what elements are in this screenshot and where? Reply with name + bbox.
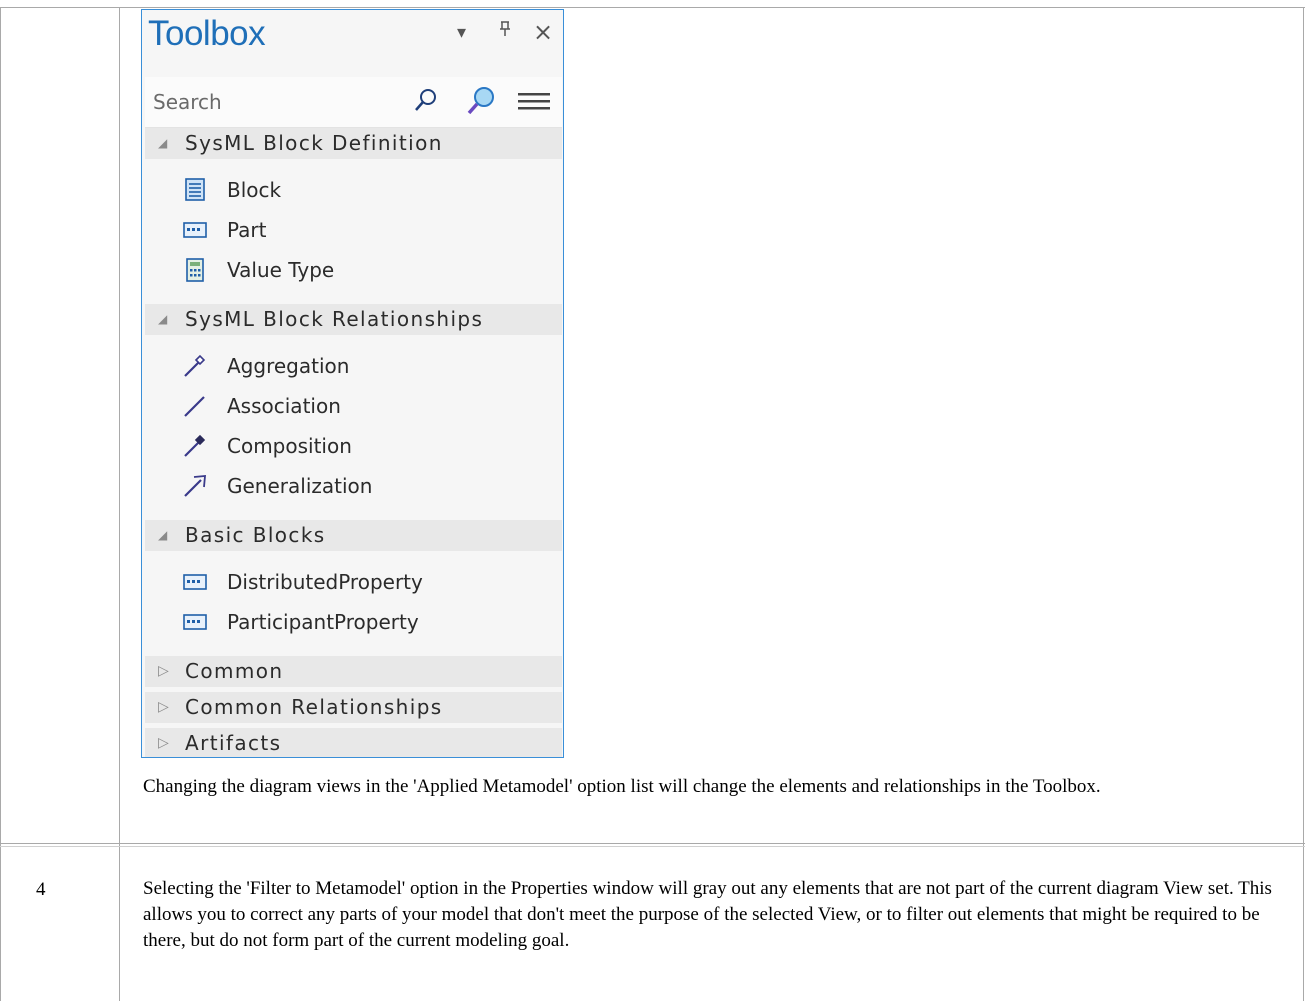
table-top-border [0, 7, 1305, 8]
search-icon[interactable] [413, 87, 439, 119]
row-4-description: Selecting the 'Filter to Metamodel' opti… [143, 878, 1272, 951]
dropdown-arrow-icon[interactable]: ▾ [457, 22, 466, 43]
table-left-border [0, 7, 1, 1001]
expanded-triangle-icon: ◢ [158, 312, 168, 326]
table-row-divider-shadow [0, 846, 1305, 847]
expanded-triangle-icon: ◢ [158, 136, 168, 150]
block-icon [185, 178, 205, 201]
step-number: 4 [36, 879, 46, 900]
table-row-divider [0, 843, 1305, 844]
search-input[interactable] [145, 77, 445, 127]
section-sysml-block-definition[interactable]: ◢ SysML Block Definition [145, 128, 562, 159]
table-column-divider [119, 7, 120, 1001]
expanded-triangle-icon: ◢ [158, 528, 168, 542]
row-3-description: Changing the diagram views in the 'Appli… [143, 776, 1101, 797]
collapsed-triangle-icon: ▷ [158, 663, 169, 679]
part-icon [183, 222, 207, 238]
composition-icon [184, 434, 206, 457]
aggregation-icon [184, 354, 206, 377]
value-type-icon [186, 258, 204, 282]
pin-icon[interactable] [498, 20, 512, 43]
collapsed-triangle-icon: ▷ [158, 699, 169, 715]
section-sysml-block-relationships[interactable]: ◢ SysML Block Relationships [145, 304, 562, 335]
toolbox-panel: Toolbox ▾ × ◢ SysML Block Definition Blo… [141, 9, 564, 758]
table-right-border [1303, 7, 1304, 1001]
toolbox-title: Toolbox [148, 14, 266, 53]
close-icon[interactable]: × [533, 20, 553, 44]
search-bar [145, 77, 562, 128]
collapsed-triangle-icon: ▷ [158, 735, 169, 751]
section-common[interactable]: ▷ Common [145, 656, 562, 687]
generalization-icon [184, 475, 206, 497]
property-icon [183, 614, 207, 630]
section-common-relationships[interactable]: ▷ Common Relationships [145, 692, 562, 723]
hamburger-menu-icon[interactable] [518, 91, 550, 115]
property-icon [183, 574, 207, 590]
find-in-model-icon[interactable] [466, 85, 496, 121]
section-basic-blocks[interactable]: ◢ Basic Blocks [145, 520, 562, 551]
association-icon [184, 396, 205, 417]
section-artifacts[interactable]: ▷ Artifacts [145, 728, 562, 757]
